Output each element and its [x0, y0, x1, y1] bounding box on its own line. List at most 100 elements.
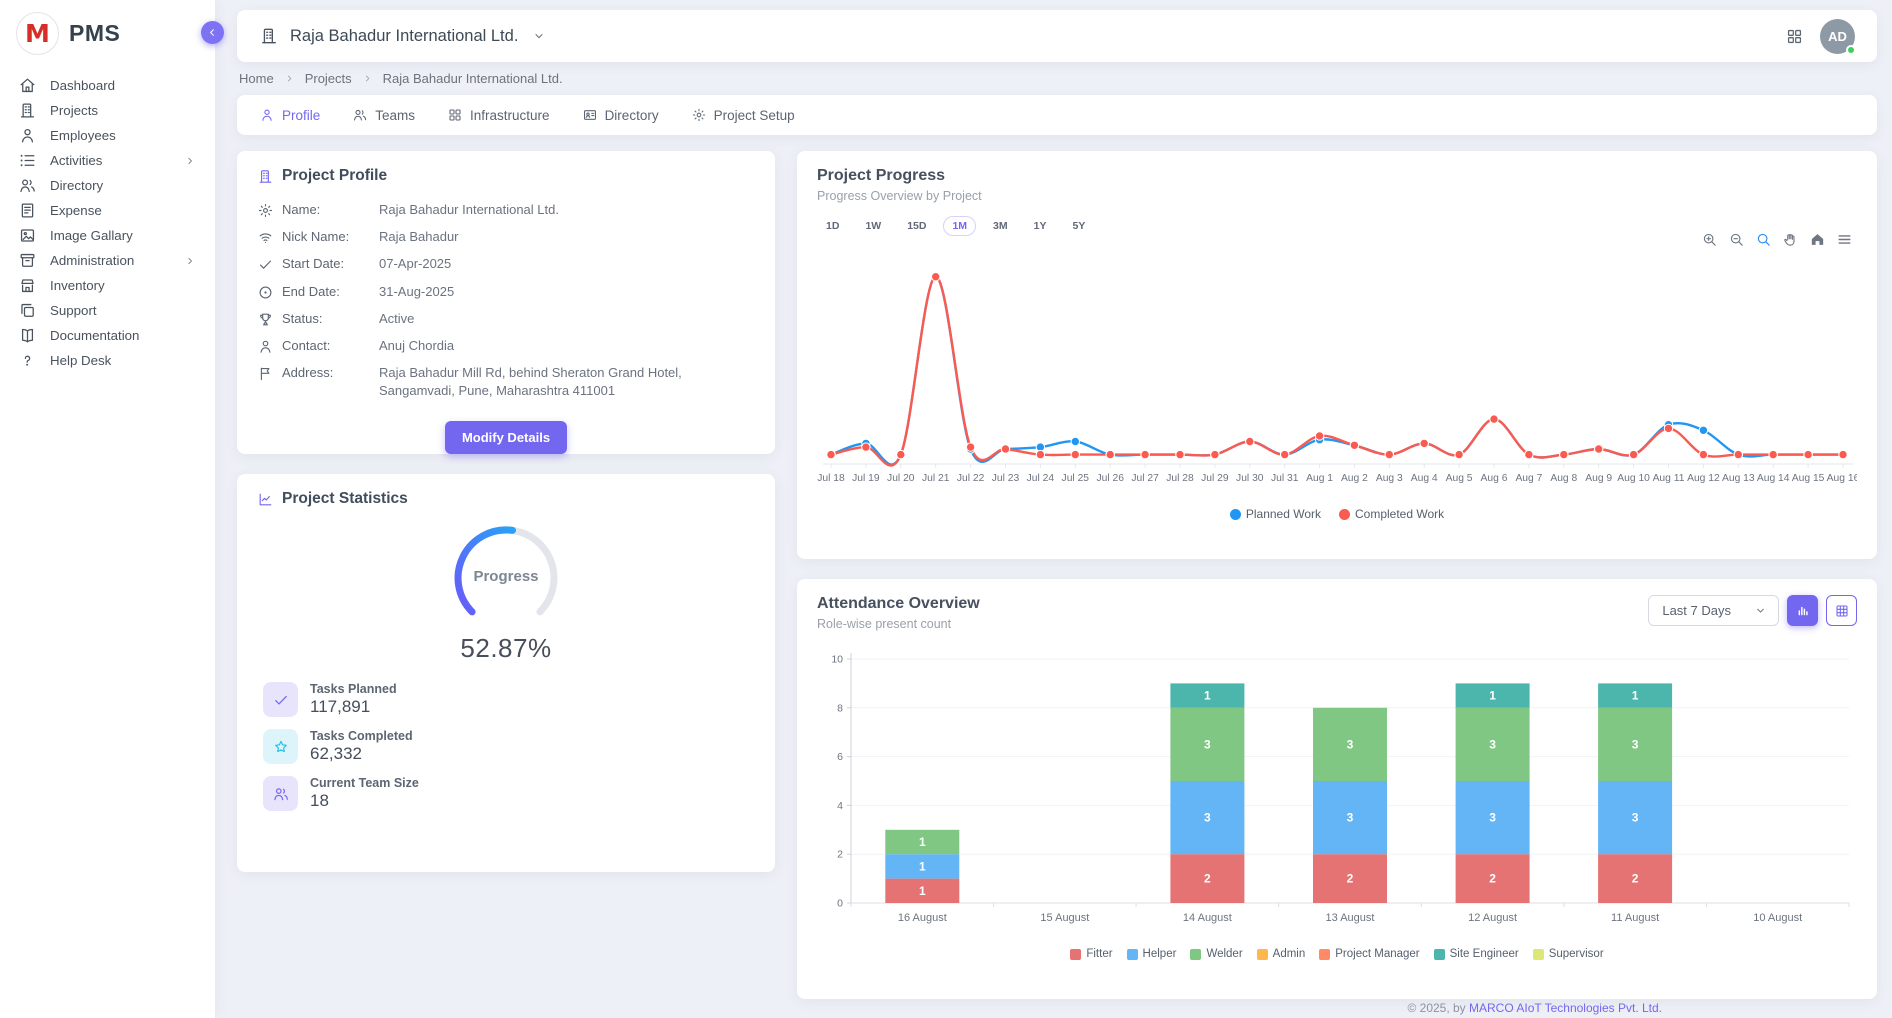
tab-infrastructure[interactable]: Infrastructure [433, 95, 564, 135]
sidebar-item-directory[interactable]: Directory [0, 173, 215, 198]
svg-text:Aug 16: Aug 16 [1827, 473, 1857, 484]
breadcrumb-item-projects[interactable]: Projects [305, 71, 352, 86]
svg-text:Jul 29: Jul 29 [1201, 473, 1229, 484]
sidebar-item-activities[interactable]: Activities [0, 148, 215, 173]
app-logo[interactable]: M PMS [0, 0, 215, 67]
range-1y-button[interactable]: 1Y [1025, 216, 1056, 236]
menu-icon[interactable] [1836, 231, 1853, 248]
profile-field-end-date: End Date:31-Aug-2025 [257, 283, 755, 301]
sidebar-item-projects[interactable]: Projects [0, 98, 215, 123]
range-3m-button[interactable]: 3M [984, 216, 1017, 236]
svg-text:8: 8 [837, 702, 843, 714]
sidebar-item-employees[interactable]: Employees [0, 123, 215, 148]
range-5y-button[interactable]: 5Y [1063, 216, 1094, 236]
svg-text:10: 10 [831, 654, 843, 666]
legend-project-manager[interactable]: Project Manager [1319, 948, 1419, 960]
sidebar-item-help-desk[interactable]: Help Desk [0, 348, 215, 373]
tab-profile[interactable]: Profile [245, 95, 334, 135]
people-icon [18, 176, 37, 195]
modify-details-button[interactable]: Modify Details [445, 421, 567, 454]
progress-card-subtitle: Progress Overview by Project [817, 189, 1857, 203]
date-range-select[interactable]: Last 7 Days [1648, 595, 1779, 626]
sidebar-item-documentation[interactable]: Documentation [0, 323, 215, 348]
legend-welder[interactable]: Welder [1190, 948, 1242, 960]
legend-planned-work[interactable]: Planned Work [1230, 507, 1321, 521]
legend-completed-work[interactable]: Completed Work [1339, 507, 1444, 521]
breadcrumb-item-home[interactable]: Home [239, 71, 274, 86]
legend-fitter[interactable]: Fitter [1070, 948, 1112, 960]
svg-text:Aug 3: Aug 3 [1376, 473, 1403, 484]
sidebar-item-expense[interactable]: Expense [0, 198, 215, 223]
sidebar-item-label: Dashboard [50, 78, 115, 93]
field-label: Start Date: [282, 255, 352, 273]
sidebar-item-support[interactable]: Support [0, 298, 215, 323]
field-value: Anuj Chordia [352, 337, 755, 355]
tab-directory[interactable]: Directory [568, 95, 673, 135]
svg-text:3: 3 [1204, 737, 1211, 751]
tab-project-setup[interactable]: Project Setup [677, 95, 809, 135]
chevron-down-icon [1753, 603, 1768, 618]
chevron-right-icon [183, 254, 197, 268]
receipt-icon [18, 201, 37, 220]
bar-view-toggle-button[interactable] [1787, 595, 1818, 626]
id-card-icon [582, 107, 598, 123]
company-selector[interactable]: Raja Bahadur International Ltd. [259, 26, 547, 46]
project-statistics-card: Project Statistics Progress 52.87% Tasks… [237, 474, 775, 872]
home-filled-icon[interactable] [1809, 231, 1826, 248]
table-view-toggle-button[interactable] [1826, 595, 1857, 626]
svg-text:Jul 23: Jul 23 [992, 473, 1020, 484]
flag-icon [257, 365, 274, 382]
top-header: Raja Bahadur International Ltd. AD [237, 10, 1877, 62]
chart-toolbar [1701, 231, 1853, 248]
archive-icon [18, 251, 37, 270]
svg-text:Jul 19: Jul 19 [852, 473, 880, 484]
range-1d-button[interactable]: 1D [817, 216, 848, 236]
svg-text:12 August: 12 August [1468, 912, 1517, 924]
statistics-card-title: Project Statistics [282, 490, 408, 508]
svg-text:3: 3 [1347, 737, 1354, 751]
selection-zoom-icon[interactable] [1755, 231, 1772, 248]
svg-text:2: 2 [1489, 872, 1496, 886]
range-1w-button[interactable]: 1W [856, 216, 890, 236]
range-1m-button[interactable]: 1M [943, 216, 976, 236]
pan-icon[interactable] [1782, 231, 1799, 248]
zoom-out-icon[interactable] [1728, 231, 1745, 248]
range-15d-button[interactable]: 15D [898, 216, 935, 236]
sidebar-item-dashboard[interactable]: Dashboard [0, 73, 215, 98]
svg-text:3: 3 [1632, 811, 1639, 825]
footer-company-link[interactable]: MARCO AIoT Technologies Pvt. Ltd. [1469, 1001, 1662, 1015]
sidebar-item-label: Administration [50, 253, 134, 268]
check-icon-tile [263, 682, 298, 717]
avatar[interactable]: AD [1820, 19, 1855, 54]
legend-helper[interactable]: Helper [1127, 948, 1177, 960]
svg-text:1: 1 [1204, 689, 1211, 703]
legend-site-engineer[interactable]: Site Engineer [1434, 948, 1519, 960]
star-icon [272, 738, 290, 756]
legend-supervisor[interactable]: Supervisor [1533, 948, 1604, 960]
tab-label: Profile [282, 108, 320, 123]
chevron-right-icon [361, 72, 374, 85]
grid-icon [1785, 27, 1804, 46]
target-icon [257, 284, 274, 301]
apps-grid-button[interactable] [1785, 27, 1804, 46]
check-icon [257, 256, 274, 273]
tab-teams[interactable]: Teams [338, 95, 429, 135]
sidebar-nav: Dashboard ProjectsEmployeesActivitiesDire… [0, 67, 215, 379]
field-label: Contact: [282, 337, 352, 355]
sidebar-collapse-button[interactable] [201, 21, 224, 44]
home-icon [18, 76, 37, 95]
sidebar-item-inventory[interactable]: Inventory [0, 273, 215, 298]
field-label: Status: [282, 310, 352, 328]
svg-text:10 August: 10 August [1753, 912, 1802, 924]
person-icon [257, 338, 274, 355]
profile-field-contact: Contact:Anuj Chordia [257, 337, 755, 355]
gear-icon [691, 107, 707, 123]
store-icon [18, 276, 37, 295]
bars-icon [1795, 603, 1811, 619]
sidebar-item-image-gallary[interactable]: Image Gallary [0, 223, 215, 248]
sidebar-item-administration[interactable]: Administration [0, 248, 215, 273]
profile-field-name: Name:Raja Bahadur International Ltd. [257, 201, 755, 219]
breadcrumb: HomeProjectsRaja Bahadur International L… [237, 62, 1877, 95]
zoom-in-icon[interactable] [1701, 231, 1718, 248]
legend-admin[interactable]: Admin [1257, 948, 1306, 960]
